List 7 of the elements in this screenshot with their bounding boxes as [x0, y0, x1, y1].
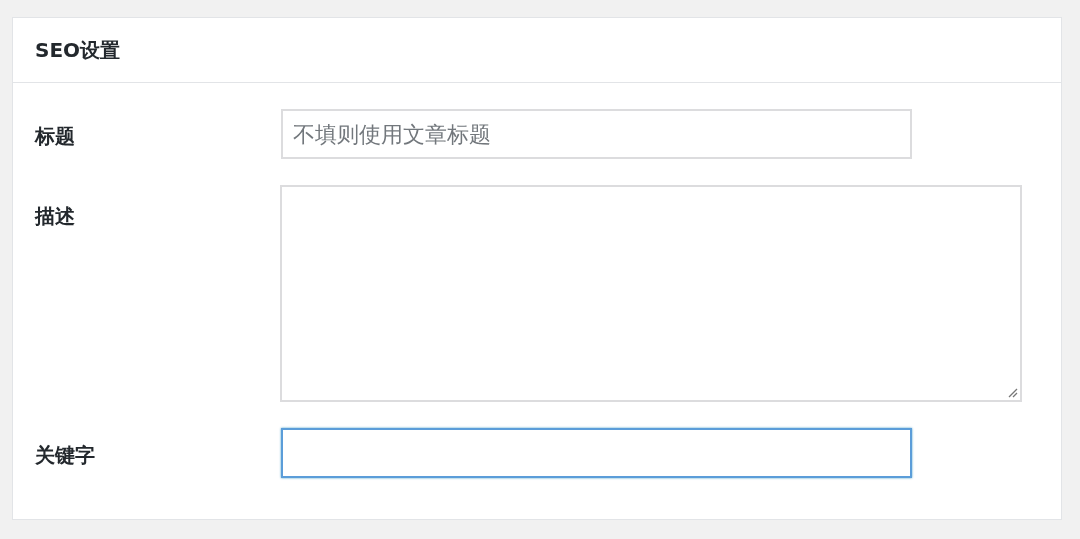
field-label: 标题: [35, 123, 76, 150]
text-field[interactable]: [281, 428, 912, 478]
textarea-field[interactable]: [280, 185, 1022, 402]
field-label: 描述: [35, 203, 76, 230]
resize-handle-icon[interactable]: [1006, 386, 1018, 398]
field-label: 关键字: [35, 442, 96, 469]
panel-title: SEO设置: [35, 36, 121, 64]
